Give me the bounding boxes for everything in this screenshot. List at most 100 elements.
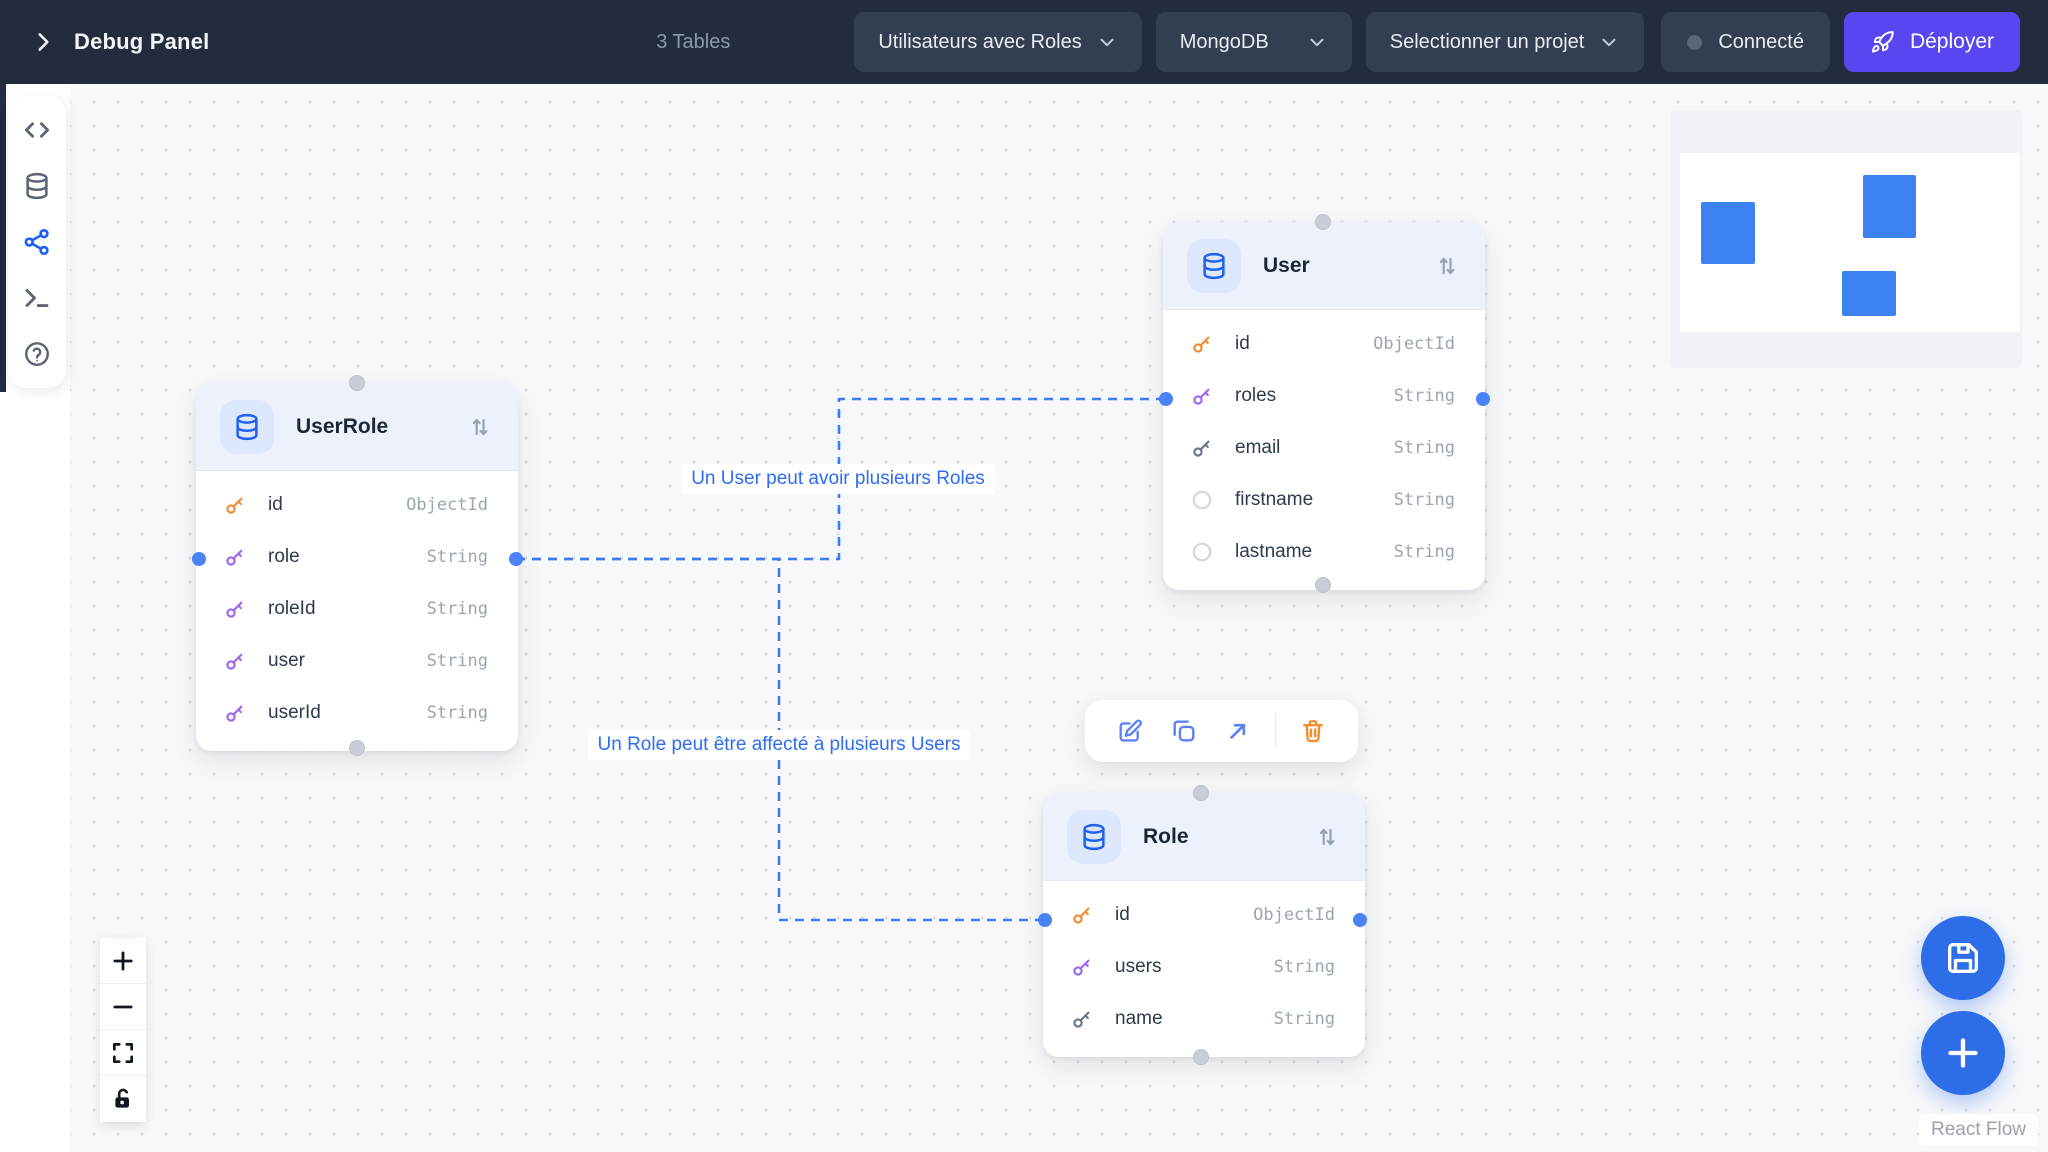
divider — [1275, 714, 1276, 748]
sidebar-item-schema[interactable] — [15, 220, 59, 264]
table-node-User[interactable]: UseridObjectIdrolesStringemailStringfirs… — [1163, 222, 1485, 590]
field-name: firstname — [1235, 489, 1313, 511]
connection-handle[interactable] — [509, 552, 523, 566]
project-select[interactable]: Selectionner un projet — [1366, 12, 1645, 72]
field-row-lastname[interactable]: lastname String — [1163, 526, 1485, 578]
rocket-icon — [1870, 29, 1896, 55]
field-type: String — [427, 599, 488, 619]
deploy-label: Déployer — [1910, 30, 1994, 54]
field-type: String — [427, 547, 488, 567]
field-type: String — [1394, 386, 1455, 406]
tool-sidebar — [8, 96, 66, 388]
database-icon — [220, 400, 274, 454]
duplicate-button[interactable] — [1157, 700, 1211, 762]
fit-view-button[interactable] — [100, 1030, 146, 1076]
field-row-id[interactable]: id ObjectId — [1043, 889, 1365, 941]
node-anchor-handle[interactable] — [1315, 577, 1331, 593]
field-type: String — [427, 703, 488, 723]
sidebar-item-code[interactable] — [15, 108, 59, 152]
connection-handle[interactable] — [1353, 913, 1367, 927]
field-type: String — [1394, 542, 1455, 562]
field-row-userId[interactable]: userId String — [196, 687, 518, 739]
save-button[interactable] — [1921, 916, 2005, 1000]
field-row-roleId[interactable]: roleIdString — [196, 583, 518, 635]
node-anchor-handle[interactable] — [1193, 785, 1209, 801]
add-table-button[interactable] — [1921, 1011, 2005, 1095]
field-name: lastname — [1235, 541, 1312, 563]
chevron-down-icon — [1306, 31, 1328, 53]
sidebar-item-terminal[interactable] — [15, 276, 59, 320]
fit-view-icon — [110, 1040, 136, 1066]
key-icon — [1189, 436, 1215, 460]
field-row-user[interactable]: userString — [196, 635, 518, 687]
zoom-in-button[interactable] — [100, 938, 146, 984]
field-type: String — [1274, 957, 1335, 977]
edge-label: Un Role peut être affecté à plusieurs Us… — [588, 730, 971, 760]
node-anchor-handle[interactable] — [1315, 214, 1331, 230]
minimap-node-UserRole — [1701, 202, 1755, 264]
field-name: email — [1235, 437, 1280, 459]
sidebar-item-database[interactable] — [15, 164, 59, 208]
minimap[interactable] — [1670, 110, 2022, 368]
table-header[interactable]: UserRole — [196, 383, 518, 471]
zoom-out-button[interactable] — [100, 984, 146, 1030]
connection-handle[interactable] — [1476, 392, 1490, 406]
table-node-UserRole[interactable]: UserRole idObjectIdroleStringroleIdString… — [196, 383, 518, 751]
table-node-Role[interactable]: Role id ObjectId users String nameString — [1043, 793, 1365, 1057]
project-select-label: Selectionner un projet — [1390, 31, 1585, 54]
sort-icon[interactable] — [466, 413, 494, 441]
field-row-name[interactable]: nameString — [1043, 993, 1365, 1045]
table-header[interactable]: User — [1163, 222, 1485, 310]
open-button[interactable] — [1211, 700, 1265, 762]
deploy-button[interactable]: Déployer — [1844, 12, 2020, 72]
trash-icon — [1299, 717, 1327, 745]
topbar: Debug Panel 3 Tables Utilisateurs avec R… — [0, 0, 2048, 84]
field-name: id — [1115, 904, 1130, 926]
connection-handle[interactable] — [192, 552, 206, 566]
status-dot-icon — [1687, 35, 1702, 50]
field-row-firstname[interactable]: firstnameString — [1163, 474, 1485, 526]
expand-debug-panel-button[interactable] — [28, 27, 58, 57]
database-icon — [1187, 239, 1241, 293]
table-header[interactable]: Role — [1043, 793, 1365, 881]
app-window: Debug Panel 3 Tables Utilisateurs avec R… — [0, 0, 2048, 1152]
database-select[interactable]: MongoDB — [1156, 12, 1352, 72]
connection-handle[interactable] — [1159, 392, 1173, 406]
key-icon — [222, 493, 248, 517]
unlock-button[interactable] — [100, 1076, 146, 1122]
node-anchor-handle[interactable] — [349, 375, 365, 391]
key-icon — [1189, 384, 1215, 408]
key-icon — [222, 649, 248, 673]
table-title: User — [1263, 254, 1310, 278]
status-label: Connecté — [1718, 31, 1804, 54]
sort-icon[interactable] — [1313, 823, 1341, 851]
field-row-id[interactable]: idObjectId — [1163, 318, 1485, 370]
key-icon — [1189, 332, 1215, 356]
field-name: id — [1235, 333, 1250, 355]
sidebar-item-help[interactable] — [15, 332, 59, 376]
field-row-users[interactable]: users String — [1043, 941, 1365, 993]
database-icon — [1067, 810, 1121, 864]
schema-select[interactable]: Utilisateurs avec Roles — [854, 12, 1141, 72]
field-row-role[interactable]: roleString — [196, 531, 518, 583]
key-icon — [222, 701, 248, 725]
field-list: id ObjectId users String nameString — [1043, 881, 1365, 1057]
field-name: id — [268, 494, 283, 516]
field-list: idObjectIdroleStringroleIdStringuserStri… — [196, 471, 518, 751]
connection-handle[interactable] — [1038, 913, 1052, 927]
field-row-id[interactable]: idObjectId — [196, 479, 518, 531]
field-type: ObjectId — [1253, 905, 1335, 925]
database-select-label: MongoDB — [1180, 31, 1269, 54]
edit-button[interactable] — [1103, 700, 1157, 762]
delete-button[interactable] — [1286, 700, 1340, 762]
sort-icon[interactable] — [1433, 252, 1461, 280]
field-name: users — [1115, 956, 1161, 978]
help-icon — [22, 339, 52, 369]
field-row-email[interactable]: emailString — [1163, 422, 1485, 474]
table-title: UserRole — [296, 415, 388, 439]
node-anchor-handle[interactable] — [349, 740, 365, 756]
field-row-roles[interactable]: rolesString — [1163, 370, 1485, 422]
unlock-icon — [110, 1086, 136, 1112]
node-anchor-handle[interactable] — [1193, 1049, 1209, 1065]
field-name: userId — [268, 702, 321, 724]
